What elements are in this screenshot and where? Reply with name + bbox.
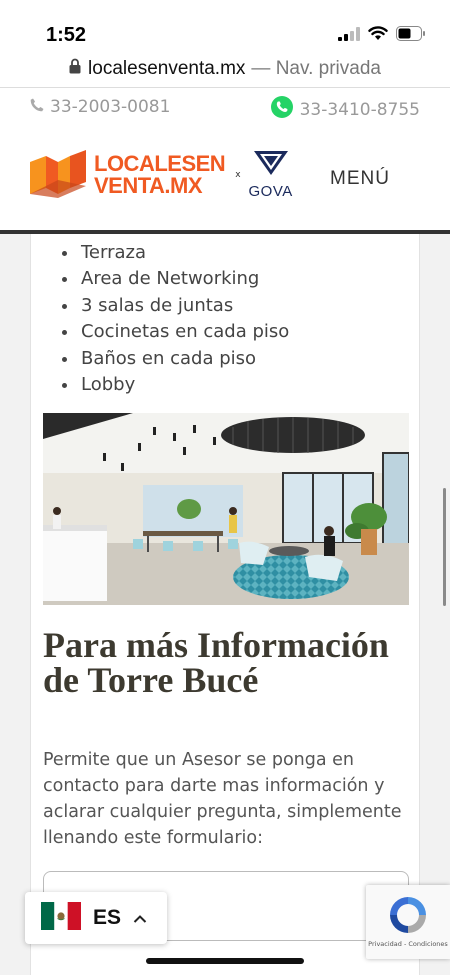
status-bar: 1:52 bbox=[0, 0, 450, 50]
amenities-list: Terraza Area de Networking 3 salas de ju… bbox=[79, 240, 289, 398]
recaptcha-badge[interactable]: Privacidad - Condiciones bbox=[366, 885, 450, 959]
logo-line-1: LOCALESEN bbox=[94, 151, 226, 176]
private-browsing-label: — Nav. privada bbox=[251, 57, 381, 79]
status-icons bbox=[338, 26, 426, 45]
battery-icon bbox=[396, 26, 426, 45]
gova-wordmark: GOVA bbox=[248, 182, 293, 200]
menu-button[interactable]: MENÚ bbox=[330, 168, 390, 190]
url-domain: localesenventa.mx bbox=[88, 57, 246, 79]
list-item: 3 salas de juntas bbox=[79, 293, 289, 319]
list-item: Cocinetas en cada piso bbox=[79, 319, 289, 345]
chevron-up-icon bbox=[133, 909, 147, 928]
wifi-icon bbox=[368, 26, 388, 45]
phone-icon bbox=[30, 97, 44, 117]
lock-icon bbox=[69, 58, 81, 80]
list-item: Lobby bbox=[79, 372, 289, 398]
site-logo[interactable]: LOCALESEN VENTA.MX x GOVA bbox=[30, 146, 293, 204]
language-code: ES bbox=[93, 906, 122, 929]
phone-number: 33-2003-0081 bbox=[50, 97, 171, 117]
info-description: Permite que un Asesor se ponga en contac… bbox=[43, 750, 402, 848]
status-time: 1:52 bbox=[46, 24, 87, 46]
gova-logo: GOVA bbox=[248, 150, 293, 200]
main-content: Terraza Area de Networking 3 salas de ju… bbox=[30, 234, 420, 975]
logo-wordmark: LOCALESEN VENTA.MX bbox=[94, 151, 226, 198]
locales-logo-mark bbox=[30, 146, 86, 204]
language-selector[interactable]: ES bbox=[25, 892, 167, 944]
phone-link[interactable]: 33-2003-0081 bbox=[30, 97, 170, 117]
list-item: Area de Networking bbox=[79, 266, 289, 292]
gova-emblem-icon bbox=[253, 150, 288, 181]
office-interior-photo bbox=[43, 413, 409, 605]
whatsapp-icon bbox=[270, 95, 294, 124]
scrollbar[interactable] bbox=[443, 488, 446, 606]
recaptcha-links[interactable]: Privacidad - Condiciones bbox=[366, 940, 450, 948]
contact-row: 33-2003-0081 33-3410-8755 bbox=[0, 88, 450, 128]
whatsapp-number: 33-3410-8755 bbox=[299, 99, 420, 120]
list-item: Terraza bbox=[79, 240, 289, 266]
list-item: Baños en cada piso bbox=[79, 346, 289, 372]
logo-line-2: VENTA.MX bbox=[94, 173, 203, 198]
recaptcha-logo-icon bbox=[386, 893, 430, 941]
site-header: 33-2003-0081 33-3410-8755 LOCALESEN VENT… bbox=[0, 88, 450, 234]
address-bar[interactable]: localesenventa.mx — Nav. privada bbox=[0, 50, 450, 88]
home-indicator[interactable] bbox=[146, 958, 304, 964]
whatsapp-link[interactable]: 33-3410-8755 bbox=[270, 95, 420, 124]
info-heading: Para más Información de Torre Bucé bbox=[43, 625, 389, 700]
signal-icon bbox=[338, 26, 360, 45]
mexico-flag-icon bbox=[41, 902, 81, 934]
logo-separator: x bbox=[235, 170, 241, 180]
